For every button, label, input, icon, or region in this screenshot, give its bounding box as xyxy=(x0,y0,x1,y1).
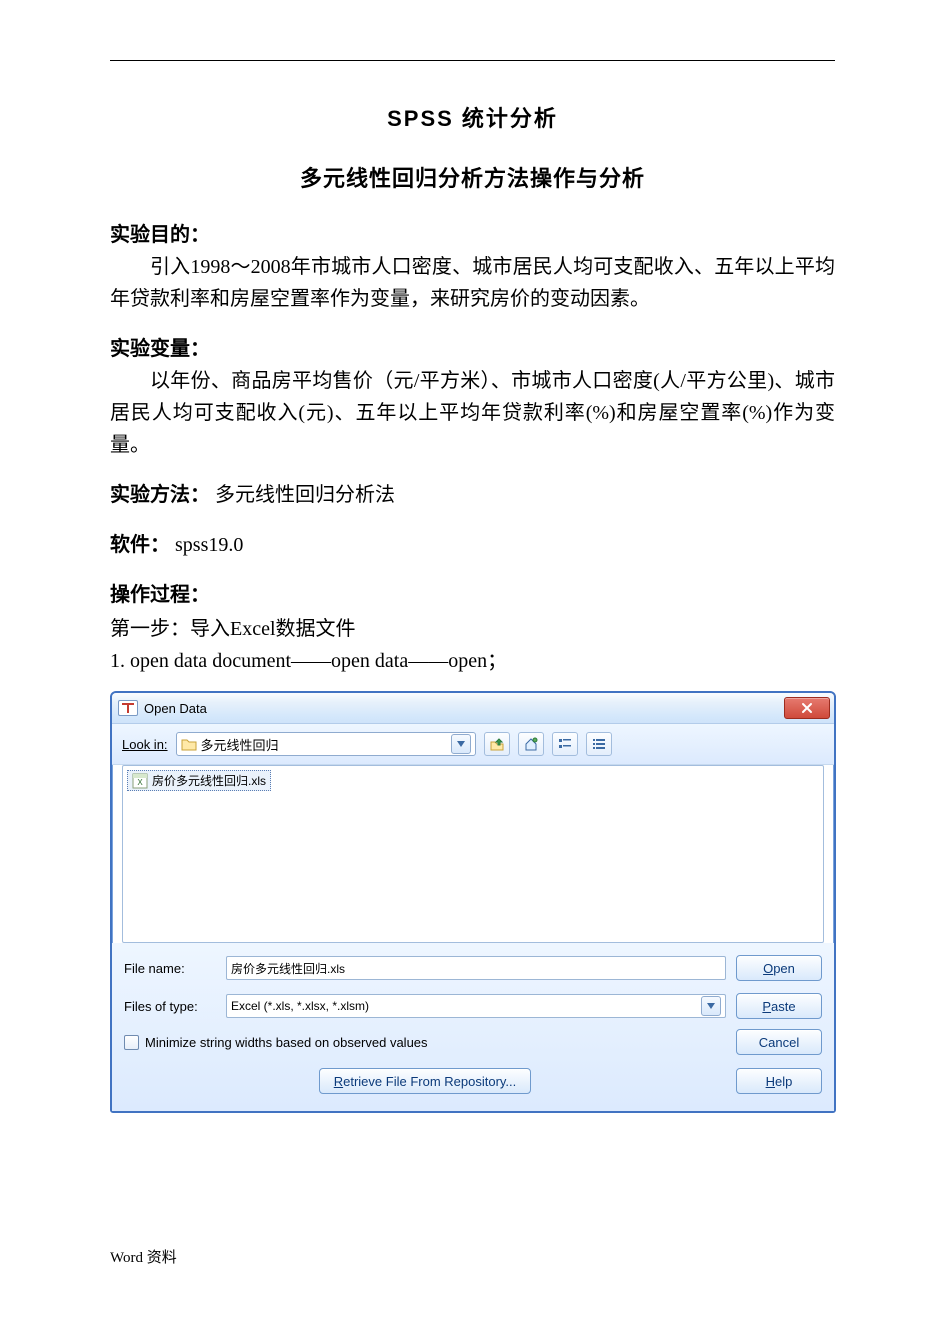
body-method: 多元线性回归分析法 xyxy=(215,484,395,506)
grid-view-icon xyxy=(558,737,572,751)
filetype-value: Excel (*.xls, *.xlsx, *.xlsm) xyxy=(231,999,697,1013)
dialog-screenshot: Open Data Look in: 多元线性回归 xyxy=(110,691,835,1113)
paste-button[interactable]: Paste xyxy=(736,993,822,1019)
filetype-combo[interactable]: Excel (*.xls, *.xlsx, *.xlsm) xyxy=(226,994,726,1018)
folder-up-icon xyxy=(490,737,504,751)
svg-text:X: X xyxy=(137,778,143,787)
body-purpose: 引入1998～2008年市城市人口密度、城市居民人均可支配收入、五年以上平均年贷… xyxy=(110,251,835,315)
heading-variables: 实验变量： xyxy=(110,338,210,360)
excel-file-icon: X xyxy=(132,773,148,789)
heading-purpose: 实验目的： xyxy=(110,224,210,246)
lookin-dropdown-button[interactable] xyxy=(451,734,471,754)
dialog-title-text: Open Data xyxy=(144,701,784,716)
page-footer: Word 资料 xyxy=(110,1246,177,1267)
up-folder-button[interactable] xyxy=(484,732,510,756)
doc-subtitle: 多元线性回归分析方法操作与分析 xyxy=(110,161,835,193)
close-button[interactable] xyxy=(784,697,830,719)
open-button[interactable]: Open xyxy=(736,955,822,981)
file-item-name: 房价多元线性回归.xls xyxy=(152,772,266,789)
minimize-widths-row: Minimize string widths based on observed… xyxy=(124,1035,726,1050)
section-purpose: 实验目的： 引入1998～2008年市城市人口密度、城市居民人均可支配收入、五年… xyxy=(110,219,835,315)
home-icon xyxy=(524,737,538,751)
body-software: spss19.0 xyxy=(175,534,243,556)
list-view-icon xyxy=(592,737,606,751)
section-method: 实验方法： 多元线性回归分析法 xyxy=(110,479,835,511)
filetype-label: Files of type: xyxy=(124,999,216,1014)
step-1-item: 1. open data document——open data——open； xyxy=(110,645,835,677)
lookin-row: Look in: 多元线性回归 xyxy=(112,724,834,765)
heading-method: 实验方法： xyxy=(110,484,210,506)
heading-process: 操作过程： xyxy=(110,584,210,606)
section-variables: 实验变量： 以年份、商品房平均售价（元/平方米）、市城市人口密度(人/平方公里)… xyxy=(110,333,835,461)
body-variables: 以年份、商品房平均售价（元/平方米）、市城市人口密度(人/平方公里)、城市居民人… xyxy=(110,365,835,461)
cancel-button[interactable]: Cancel xyxy=(736,1029,822,1055)
heading-software: 软件： xyxy=(110,534,170,556)
view-icons-button[interactable] xyxy=(552,732,578,756)
chevron-down-icon xyxy=(457,741,465,747)
doc-title: SPSS 统计分析 xyxy=(110,101,835,133)
filename-input[interactable]: 房价多元线性回归.xls xyxy=(226,956,726,980)
lookin-combo[interactable]: 多元线性回归 xyxy=(176,732,476,756)
file-list[interactable]: X 房价多元线性回归.xls xyxy=(122,765,824,943)
form-area: File name: 房价多元线性回归.xls Open Files of ty… xyxy=(112,943,834,1111)
help-button[interactable]: Help xyxy=(736,1068,822,1094)
file-item-selected[interactable]: X 房价多元线性回归.xls xyxy=(127,770,271,791)
section-software: 软件： spss19.0 xyxy=(110,529,835,561)
folder-icon xyxy=(181,737,197,751)
view-list-button[interactable] xyxy=(586,732,612,756)
repo-row: Retrieve File From Repository... xyxy=(124,1068,726,1094)
close-icon xyxy=(801,702,813,714)
minimize-widths-label: Minimize string widths based on observed… xyxy=(145,1035,428,1050)
app-icon xyxy=(118,700,138,716)
filename-value: 房价多元线性回归.xls xyxy=(231,960,345,977)
horizontal-rule xyxy=(110,60,835,61)
document-page: SPSS 统计分析 多元线性回归分析方法操作与分析 实验目的： 引入1998～2… xyxy=(0,0,945,1337)
chevron-down-icon xyxy=(707,1003,715,1009)
step-1-title: 第一步：导入Excel数据文件 xyxy=(110,613,835,645)
lookin-label: Look in: xyxy=(122,737,168,752)
home-button[interactable] xyxy=(518,732,544,756)
section-process: 操作过程： xyxy=(110,579,835,611)
minimize-widths-checkbox[interactable] xyxy=(124,1035,139,1050)
open-data-dialog: Open Data Look in: 多元线性回归 xyxy=(110,691,836,1113)
lookin-value: 多元线性回归 xyxy=(201,735,447,754)
filename-label: File name: xyxy=(124,961,216,976)
retrieve-repo-button[interactable]: Retrieve File From Repository... xyxy=(319,1068,531,1094)
filetype-dropdown-button[interactable] xyxy=(701,996,721,1016)
dialog-titlebar: Open Data xyxy=(112,693,834,724)
